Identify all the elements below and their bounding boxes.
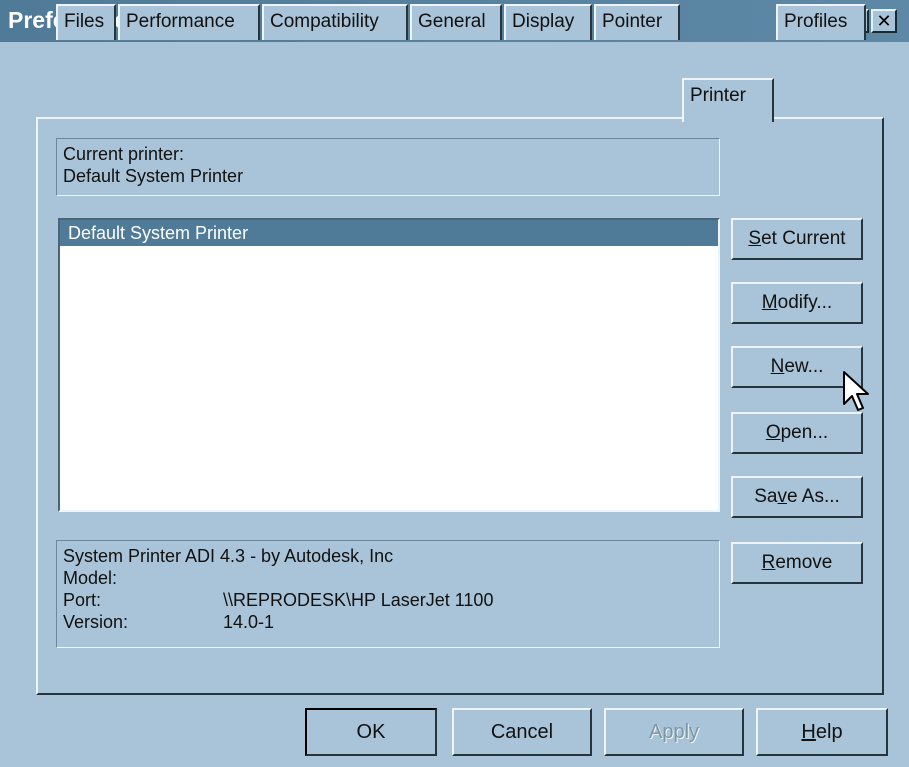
cancel-button[interactable]: Cancel <box>452 708 592 756</box>
help-label: elp <box>815 721 843 743</box>
tab-general[interactable]: General <box>410 4 502 40</box>
apply-button: Apply <box>604 708 744 756</box>
tab-compatibility[interactable]: Compatibility <box>262 4 408 40</box>
list-item[interactable]: Default System Printer <box>60 220 718 246</box>
open-label: pen... <box>780 422 829 443</box>
tab-display[interactable]: Display <box>504 4 592 40</box>
set-current-label: et Current <box>761 228 846 249</box>
ok-button[interactable]: OK <box>305 708 437 756</box>
version-row: Version: 14.0-1 <box>63 611 713 633</box>
tab-files[interactable]: Files <box>56 4 116 40</box>
port-value: \\REPRODESK\HP LaserJet 1100 <box>223 590 494 610</box>
save-as-button[interactable]: Save As... <box>731 476 863 518</box>
save-as-label-a: Sa <box>754 486 778 507</box>
tab-performance[interactable]: Performance <box>118 4 260 40</box>
model-label: Model: <box>63 568 118 588</box>
current-printer-label: Current printer: <box>63 144 185 164</box>
tab-printer[interactable]: Printer <box>682 78 774 122</box>
version-label: Version: <box>63 612 129 632</box>
open-button[interactable]: Open... <box>731 412 863 454</box>
printer-info-box: System Printer ADI 4.3 - by Autodesk, In… <box>56 540 720 648</box>
new-label: ew... <box>784 356 824 377</box>
mouse-pointer-icon <box>843 371 869 411</box>
port-label: Port: <box>63 590 102 610</box>
close-button[interactable]: ✕ <box>871 9 897 33</box>
remove-label: emove <box>775 552 833 573</box>
set-current-button[interactable]: Set Current <box>731 218 863 260</box>
current-printer-box: Current printer: Default System Printer <box>56 138 720 196</box>
remove-button[interactable]: Remove <box>731 542 863 584</box>
tab-pointer[interactable]: Pointer <box>594 4 680 40</box>
modify-label: odify... <box>777 292 833 313</box>
modify-button[interactable]: Modify... <box>731 282 863 324</box>
save-as-label-b: e As... <box>786 486 840 507</box>
version-value: 14.0-1 <box>223 612 275 632</box>
printer-description: System Printer ADI 4.3 - by Autodesk, In… <box>63 546 394 566</box>
port-row: Port: \\REPRODESK\HP LaserJet 1100 <box>63 589 713 611</box>
tab-profiles[interactable]: Profiles <box>776 4 866 40</box>
printer-list[interactable]: Default System Printer <box>58 218 720 512</box>
current-printer-value: Default System Printer <box>63 166 244 186</box>
model-row: Model: <box>63 567 713 589</box>
help-dialog-button[interactable]: Help <box>756 708 888 756</box>
